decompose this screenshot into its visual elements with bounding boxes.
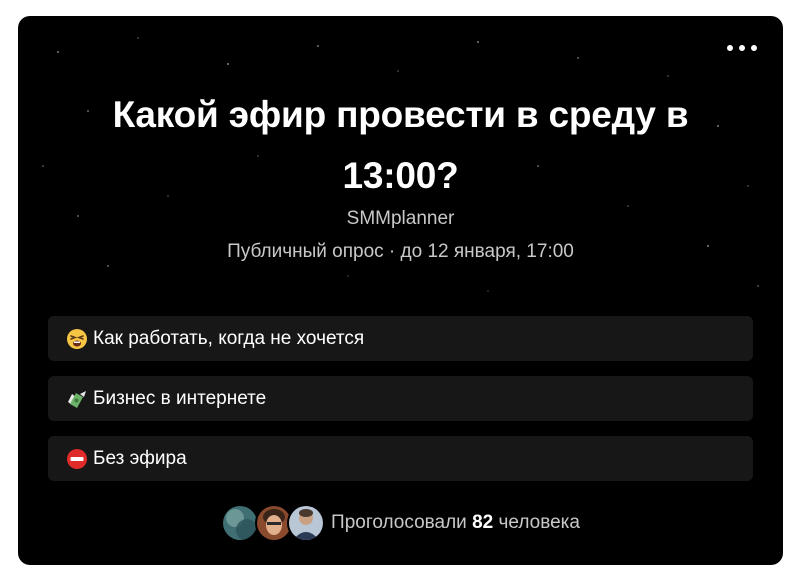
poll-author[interactable]: SMMplanner — [18, 208, 783, 230]
dot-icon — [739, 45, 745, 51]
poll-option-1[interactable]: Как работать, когда не хочется — [48, 316, 753, 361]
poll-option-label: Как работать, когда не хочется — [93, 327, 365, 349]
poll-option-label: Без эфира — [93, 447, 187, 469]
poll-title: Какой эфир провести в среду в 13:00? — [112, 94, 689, 196]
voters-prefix: Проголосовали — [331, 512, 467, 533]
poll-option-3[interactable]: Без эфира — [48, 436, 753, 481]
poll-card: Какой эфир провести в среду в 13:00? SMM… — [18, 16, 783, 565]
no-entry-icon — [65, 447, 89, 471]
tired-face-icon — [65, 327, 89, 351]
voters-suffix: человека — [498, 512, 580, 533]
avatar[interactable] — [221, 504, 260, 542]
voters-count-text: Проголосовали 82 человека — [331, 512, 580, 534]
more-options-button[interactable] — [727, 40, 757, 56]
avatar[interactable] — [287, 504, 326, 542]
dot-icon — [727, 45, 733, 51]
voters-count: 82 — [472, 512, 494, 533]
money-with-wings-icon — [65, 387, 89, 411]
voter-avatars[interactable] — [221, 504, 326, 542]
dot-icon — [751, 45, 757, 51]
voters-summary[interactable]: Проголосовали 82 человека — [18, 504, 783, 542]
poll-option-label: Бизнес в интернете — [93, 387, 267, 409]
poll-meta: Публичный опрос · до 12 января, 17:00 — [227, 241, 574, 262]
poll-option-2[interactable]: Бизнес в интернете — [48, 376, 753, 421]
